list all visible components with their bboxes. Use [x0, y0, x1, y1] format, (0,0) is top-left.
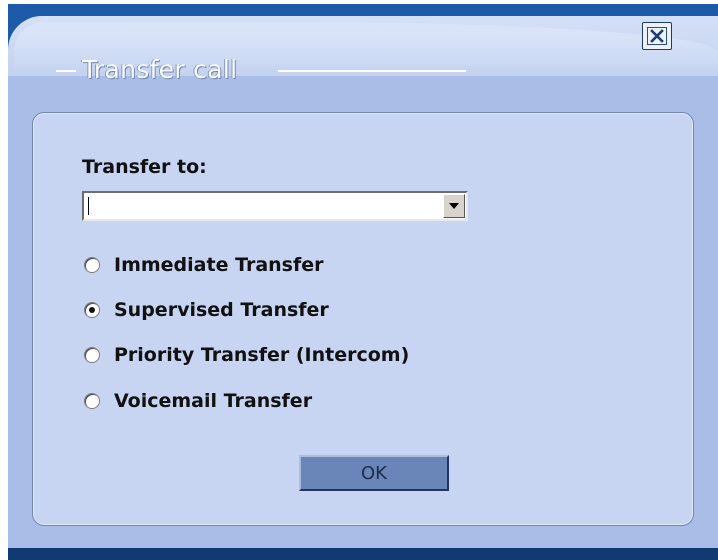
radio-voicemail-transfer[interactable]: Voicemail Transfer [82, 388, 312, 414]
transfer-to-label: Transfer to: [82, 156, 207, 178]
close-button[interactable] [642, 22, 672, 50]
dialog-title-row: Transfer call [56, 54, 466, 86]
radio-label: Priority Transfer (Intercom) [114, 344, 410, 366]
dropdown-button[interactable] [443, 194, 465, 218]
radio-button[interactable] [84, 257, 100, 273]
radio-button[interactable] [84, 347, 100, 363]
radio-button-selected[interactable] [84, 302, 100, 318]
transfer-to-combobox[interactable] [82, 191, 468, 221]
title-divider-right [278, 70, 466, 72]
ok-button[interactable]: OK [299, 455, 449, 491]
bottom-bar [8, 548, 718, 560]
text-caret [88, 197, 89, 215]
radio-immediate-transfer[interactable]: Immediate Transfer [82, 252, 324, 278]
radio-priority-transfer[interactable]: Priority Transfer (Intercom) [82, 342, 409, 368]
radio-supervised-transfer[interactable]: Supervised Transfer [82, 297, 329, 323]
title-divider-left [56, 70, 76, 72]
radio-button[interactable] [84, 393, 100, 409]
ok-button-label: OK [361, 462, 387, 484]
radio-label: Supervised Transfer [114, 299, 329, 321]
dialog-title: Transfer call [82, 55, 238, 84]
chevron-down-icon [449, 203, 459, 209]
radio-label: Immediate Transfer [114, 254, 324, 276]
close-box-icon [647, 27, 667, 45]
radio-label: Voicemail Transfer [114, 390, 313, 412]
